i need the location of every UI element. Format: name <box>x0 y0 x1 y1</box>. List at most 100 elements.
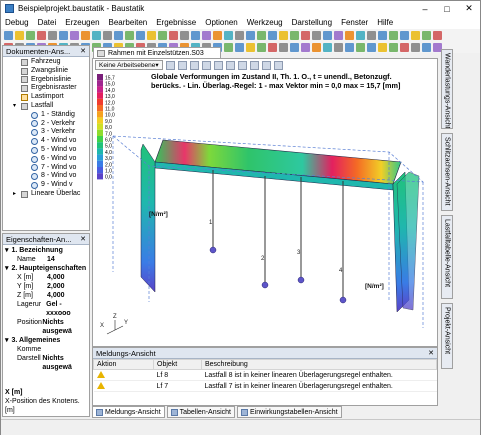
redo-icon[interactable] <box>312 30 321 40</box>
grid-icon[interactable] <box>224 42 233 52</box>
new-icon[interactable] <box>400 30 409 40</box>
fit-icon[interactable] <box>273 60 283 70</box>
plate-icon[interactable] <box>201 60 211 70</box>
support-icon[interactable] <box>213 60 223 70</box>
tree-item[interactable]: 7 - Wind vo <box>5 164 89 173</box>
open-icon[interactable] <box>147 30 156 40</box>
result-icon[interactable] <box>378 42 387 52</box>
property-value[interactable]: 4,000 <box>47 291 65 300</box>
redo-icon[interactable] <box>48 30 57 40</box>
col-objekt[interactable]: Objekt <box>153 359 202 370</box>
undo-icon[interactable] <box>433 30 442 40</box>
collapse-icon[interactable]: ▾ <box>5 336 9 345</box>
expand-toggle-icon[interactable]: ▾ <box>13 102 19 111</box>
tree-item[interactable]: 4 - Wind vo <box>5 137 89 146</box>
tree-item[interactable]: 8 - Wind vo <box>5 172 89 181</box>
collapse-icon[interactable]: ▾ <box>5 264 9 273</box>
property-value[interactable]: Nichts ausgewä <box>42 318 87 336</box>
tab-side-2[interactable]: Schlitzachsen-Ansicht <box>441 133 453 211</box>
calc-icon[interactable] <box>92 30 101 40</box>
grid-icon[interactable] <box>235 30 244 40</box>
menu-item[interactable]: Werkzeug <box>247 18 283 27</box>
calc-icon[interactable] <box>356 30 365 40</box>
view-icon[interactable] <box>114 30 123 40</box>
property-row[interactable]: Z [m] 4,000 <box>5 291 87 300</box>
rotate-icon[interactable] <box>249 60 259 70</box>
view-icon[interactable] <box>367 42 376 52</box>
new-icon[interactable] <box>257 42 266 52</box>
expand-toggle-icon[interactable]: ▸ <box>13 190 19 199</box>
save-icon[interactable] <box>411 42 420 52</box>
property-value[interactable]: 2,000 <box>47 282 65 291</box>
property-row[interactable]: Darstell Nichts ausgewä <box>5 354 87 372</box>
collapse-icon[interactable]: ▾ <box>5 246 9 255</box>
property-value[interactable]: 4,000 <box>47 273 65 282</box>
table-row[interactable]: Lf 8 Lastfall 8 ist in keiner linearen Ü… <box>93 369 437 381</box>
new-icon[interactable] <box>136 30 145 40</box>
calc-icon[interactable] <box>345 42 354 52</box>
menu-item[interactable]: Datei <box>38 18 57 27</box>
copy-icon[interactable] <box>334 30 343 40</box>
tab-tables[interactable]: Tabellen-Ansicht <box>166 406 236 418</box>
undo-icon[interactable] <box>301 30 310 40</box>
save-icon[interactable] <box>290 30 299 40</box>
save-icon[interactable] <box>26 30 35 40</box>
paste-icon[interactable] <box>81 30 90 40</box>
property-section[interactable]: ▾ 3. Allgemeines <box>5 336 87 345</box>
open-icon[interactable] <box>15 30 24 40</box>
tab-side-3[interactable]: Lastfalltabelle-Ansicht <box>441 215 453 299</box>
property-value[interactable]: Nichts ausgewä <box>42 354 87 372</box>
calc-icon[interactable] <box>224 30 233 40</box>
menu-item[interactable]: Erzeugen <box>65 18 99 27</box>
menu-item[interactable]: Fenster <box>341 18 368 27</box>
pan-icon[interactable] <box>261 60 271 70</box>
select-icon[interactable] <box>165 60 175 70</box>
property-row[interactable]: Name 14 <box>5 255 87 264</box>
tree-item[interactable]: 9 - Wind v <box>5 181 89 190</box>
open-icon[interactable] <box>411 30 420 40</box>
property-row[interactable]: Position Nichts ausgewä <box>5 318 87 336</box>
result-icon[interactable] <box>246 42 255 52</box>
tree-item[interactable]: Ergebnisraster <box>5 84 89 93</box>
col-aktion[interactable]: Aktion <box>93 359 154 370</box>
tab-side-1[interactable]: Wanderlastungs-Ansicht <box>441 49 453 129</box>
print-icon[interactable] <box>191 30 200 40</box>
property-value[interactable]: 14 <box>47 255 55 264</box>
undo-icon[interactable] <box>290 42 299 52</box>
tab-action-tables[interactable]: Einwirkungstabellen-Ansicht <box>237 406 342 418</box>
minimize-icon[interactable]: – <box>414 1 436 16</box>
property-row[interactable]: X [m] 4,000 <box>5 273 87 282</box>
view-icon[interactable] <box>246 30 255 40</box>
new-icon[interactable] <box>268 30 277 40</box>
menu-item[interactable]: Darstellung <box>292 18 332 27</box>
open-icon[interactable] <box>400 42 409 52</box>
paste-icon[interactable] <box>345 30 354 40</box>
tree-item[interactable]: Zwangslinie <box>5 67 89 76</box>
tab-messages[interactable]: Meldungs-Ansicht <box>92 406 165 418</box>
copy-icon[interactable] <box>70 30 79 40</box>
tree-item[interactable]: 2 - Verkehr <box>5 120 89 129</box>
menu-item[interactable]: Hilfe <box>377 18 393 27</box>
result-icon[interactable] <box>257 30 266 40</box>
close-icon[interactable]: ✕ <box>458 1 480 16</box>
copy-icon[interactable] <box>323 42 332 52</box>
print-icon[interactable] <box>312 42 321 52</box>
paste-icon[interactable] <box>213 30 222 40</box>
tree-item[interactable]: Ergebnislinie <box>5 76 89 85</box>
menu-item[interactable]: Bearbeiten <box>109 18 148 27</box>
close-icon[interactable]: ✕ <box>80 235 86 243</box>
open-icon[interactable] <box>279 30 288 40</box>
menu-item[interactable]: Optionen <box>205 18 237 27</box>
structure-view[interactable]: Keine Arbeitsebene ▾ Globale Verformungen… <box>92 58 438 347</box>
property-row[interactable]: Lagerur Gel - xxxooo <box>5 300 87 318</box>
save-icon[interactable] <box>158 30 167 40</box>
workplane-dropdown[interactable]: Keine Arbeitsebene ▾ <box>95 60 163 70</box>
tree-item[interactable]: 5 - Wind vo <box>5 146 89 155</box>
view-icon[interactable] <box>378 30 387 40</box>
save-icon[interactable] <box>422 30 431 40</box>
property-row[interactable]: Y [m] 2,000 <box>5 282 87 291</box>
paste-icon[interactable] <box>334 42 343 52</box>
load-icon[interactable] <box>225 60 235 70</box>
property-section[interactable]: ▾ 1. Bezeichnung <box>5 246 87 255</box>
result-icon[interactable] <box>125 30 134 40</box>
